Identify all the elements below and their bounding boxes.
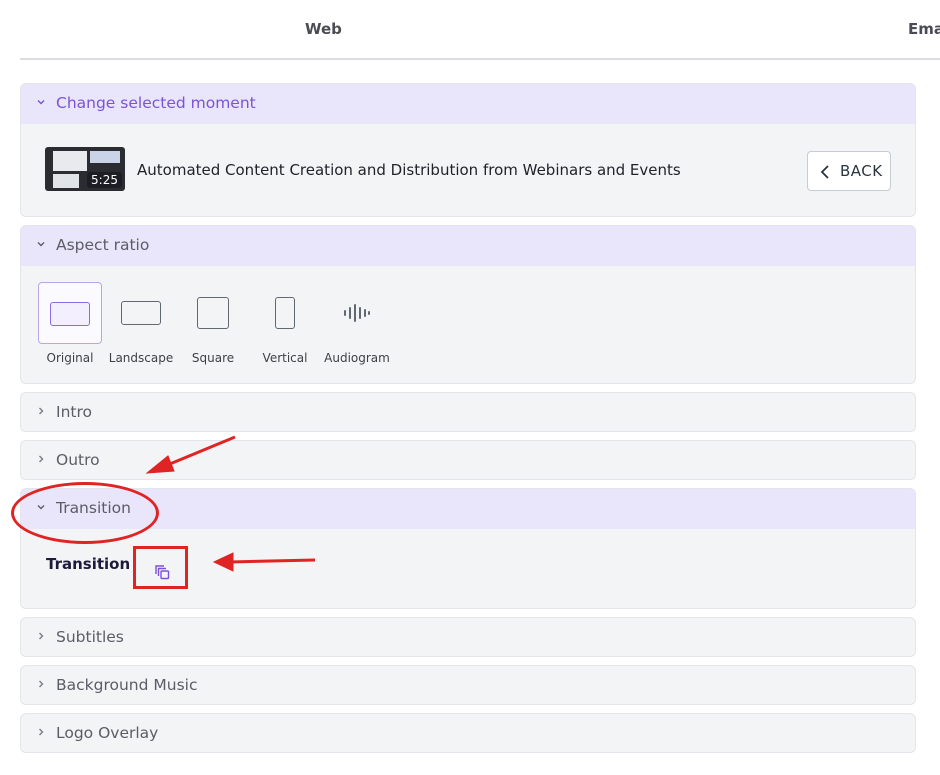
arrow-to-icon-line	[229, 558, 316, 564]
arrow-to-transition-line	[164, 435, 236, 468]
arrow-to-transition-head	[145, 455, 175, 474]
arrow-to-icon-head	[212, 552, 234, 572]
annotation-arrows	[145, 435, 316, 572]
